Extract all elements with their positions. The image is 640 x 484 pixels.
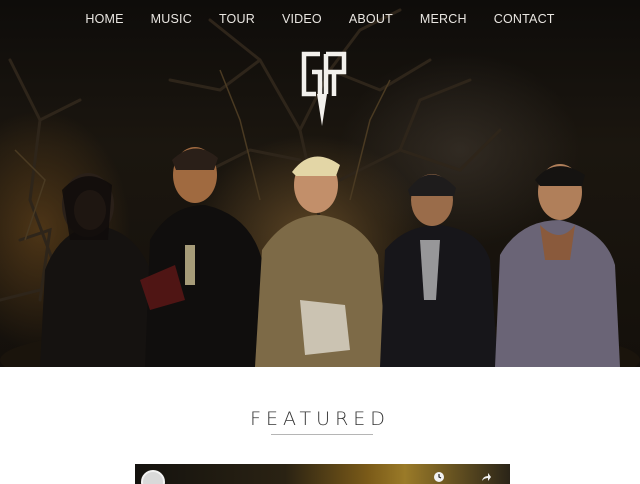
- nav-item-merch[interactable]: MERCH: [406, 10, 480, 30]
- channel-avatar[interactable]: [141, 470, 165, 484]
- share-icon[interactable]: [480, 471, 492, 483]
- nav-item-video[interactable]: VIDEO: [268, 10, 335, 30]
- featured-video-player[interactable]: [135, 464, 510, 484]
- nav-item-contact[interactable]: CONTACT: [480, 10, 568, 30]
- hero-banner: HOME MUSIC TOUR VIDEO ABOUT MERCH CONTAC…: [0, 0, 640, 367]
- band-monogram-logo[interactable]: [300, 50, 348, 128]
- nav-item-about[interactable]: ABOUT: [335, 10, 406, 30]
- featured-heading: FEATURED: [250, 408, 390, 430]
- nav-item-tour[interactable]: TOUR: [205, 10, 268, 30]
- featured-divider: [271, 434, 373, 435]
- main-nav: HOME MUSIC TOUR VIDEO ABOUT MERCH CONTAC…: [0, 10, 640, 30]
- clock-icon[interactable]: [433, 471, 445, 483]
- nav-item-home[interactable]: HOME: [72, 10, 137, 30]
- nav-item-music[interactable]: MUSIC: [137, 10, 205, 30]
